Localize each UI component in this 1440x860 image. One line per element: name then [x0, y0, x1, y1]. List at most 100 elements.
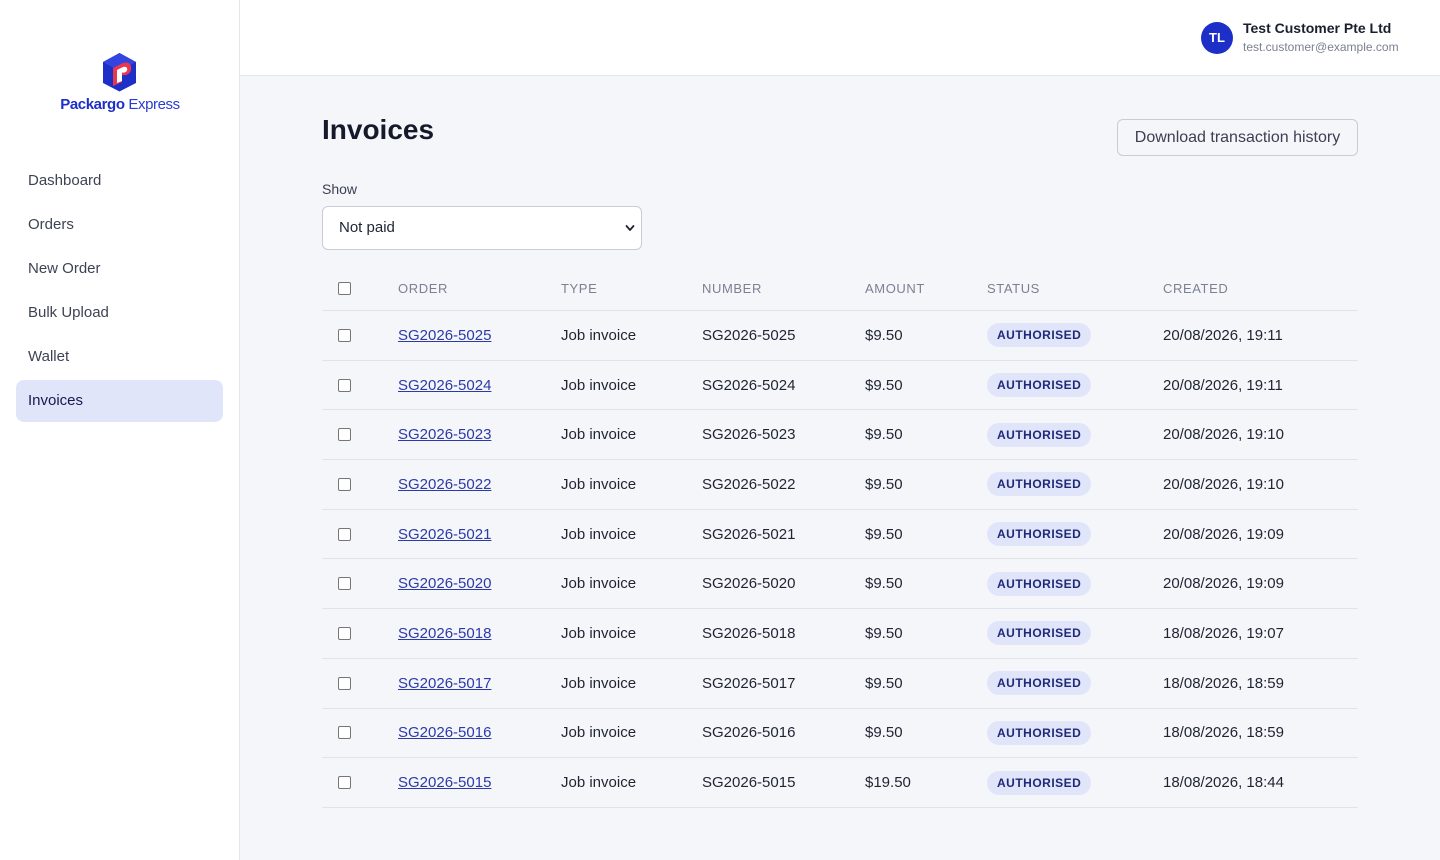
status-cell: AUTHORISED: [987, 460, 1092, 509]
status-badge: AUTHORISED: [987, 720, 1092, 745]
number-cell: SG2026-5017: [702, 674, 796, 692]
logo-wordmark: Packargo Express: [60, 96, 180, 113]
amount-cell: $9.50: [865, 475, 903, 493]
status-cell: AUTHORISED: [987, 659, 1092, 708]
column-header-amount[interactable]: Amount: [865, 266, 925, 310]
row-checkbox[interactable]: [338, 527, 351, 541]
download-transaction-history-button[interactable]: Download transaction history: [1117, 119, 1358, 156]
row-checkbox[interactable]: [338, 328, 351, 342]
status-cell: AUTHORISED: [987, 361, 1092, 410]
order-cell: SG2026-5022: [398, 460, 491, 509]
status-cell: AUTHORISED: [987, 311, 1092, 360]
table-row: SG2026-5018 Job invoice SG2026-5018 $9.50 AU…: [322, 609, 1358, 659]
order-link[interactable]: SG2026-5024: [398, 377, 491, 394]
row-checkbox[interactable]: [338, 378, 351, 392]
row-select-cell: [338, 609, 351, 658]
amount-cell: $9.50: [865, 426, 903, 444]
order-cell: SG2026-5021: [398, 510, 491, 559]
type-cell: Job invoice: [561, 326, 637, 344]
order-cell: SG2026-5023: [398, 410, 491, 459]
amount-cell: $9.50: [865, 624, 903, 642]
table-body: SG2026-5025 Job invoice SG2026-5025 $9.50 AU…: [322, 311, 1358, 808]
status-cell: AUTHORISED: [987, 559, 1092, 608]
created-cell: 18/08/2026, 19:07: [1163, 624, 1284, 642]
row-checkbox[interactable]: [338, 726, 351, 740]
status-badge: AUTHORISED: [987, 323, 1092, 348]
order-link[interactable]: SG2026-5015: [398, 774, 491, 791]
payment-status-select[interactable]: Not paid: [322, 206, 642, 250]
table-row: SG2026-5023 Job invoice SG2026-5023 $9.50 AU…: [322, 410, 1358, 461]
created-cell: 20/08/2026, 19:11: [1163, 376, 1283, 394]
sidebar-item-bulk-upload[interactable]: Bulk Upload: [16, 292, 223, 334]
row-checkbox[interactable]: [338, 428, 351, 442]
sidebar-nav: Dashboard Orders New Order Bulk Upload W…: [16, 160, 223, 424]
select-all-cell: [338, 266, 351, 310]
sidebar-item-invoices[interactable]: Invoices: [16, 380, 223, 422]
type-cell: Job invoice: [561, 575, 637, 593]
row-checkbox[interactable]: [338, 776, 351, 790]
sidebar-item-orders[interactable]: Orders: [16, 204, 223, 246]
number-cell: SG2026-5015: [702, 774, 796, 792]
status-cell: AUTHORISED: [987, 758, 1092, 807]
table-row: SG2026-5022 Job invoice SG2026-5022 $9.50 AU…: [322, 460, 1358, 510]
order-cell: SG2026-5025: [398, 311, 491, 360]
row-checkbox[interactable]: [338, 577, 351, 591]
order-link[interactable]: SG2026-5018: [398, 625, 491, 642]
number-cell: SG2026-5025: [702, 326, 796, 344]
created-cell: 20/08/2026, 19:11: [1163, 326, 1283, 344]
number-cell: SG2026-5024: [702, 376, 796, 394]
sidebar-item-new-order[interactable]: New Order: [16, 248, 223, 290]
type-cell: Job invoice: [561, 724, 637, 742]
page-title: Invoices: [322, 114, 435, 145]
order-cell: SG2026-5016: [398, 709, 491, 758]
table-header-row: Order Type Number Amount Status Created: [322, 266, 1358, 311]
status-cell: AUTHORISED: [987, 510, 1092, 559]
amount-cell: $9.50: [865, 525, 903, 543]
status-badge: AUTHORISED: [987, 373, 1092, 398]
order-link[interactable]: SG2026-5020: [398, 575, 491, 592]
status-badge: AUTHORISED: [987, 621, 1092, 646]
chevron-down-icon: [625, 225, 635, 231]
status-badge: AUTHORISED: [987, 472, 1092, 497]
select-all-checkbox[interactable]: [338, 281, 351, 295]
table-row: SG2026-5017 Job invoice SG2026-5017 $9.50 AU…: [322, 659, 1358, 709]
avatar[interactable]: TL: [1201, 22, 1233, 54]
order-cell: SG2026-5015: [398, 758, 491, 807]
type-cell: Job invoice: [561, 376, 637, 394]
order-link[interactable]: SG2026-5022: [398, 476, 491, 493]
order-link[interactable]: SG2026-5016: [398, 724, 491, 741]
row-select-cell: [338, 311, 351, 360]
column-header-order[interactable]: Order: [398, 266, 448, 310]
order-link[interactable]: SG2026-5023: [398, 426, 491, 443]
status-badge: AUTHORISED: [987, 522, 1092, 547]
column-header-type[interactable]: Type: [561, 266, 597, 310]
sidebar-item-dashboard[interactable]: Dashboard: [16, 160, 223, 202]
row-select-cell: [338, 361, 351, 410]
logo[interactable]: Packargo Express: [0, 50, 240, 120]
row-checkbox[interactable]: [338, 676, 351, 690]
row-checkbox[interactable]: [338, 626, 351, 640]
status-badge: AUTHORISED: [987, 571, 1092, 596]
number-cell: SG2026-5023: [702, 426, 796, 444]
amount-cell: $9.50: [865, 575, 903, 593]
filter-label: Show: [322, 181, 358, 197]
number-cell: SG2026-5022: [702, 475, 796, 493]
order-link[interactable]: SG2026-5017: [398, 675, 491, 692]
row-select-cell: [338, 510, 351, 559]
invoices-table: Order Type Number Amount Status Created …: [322, 266, 1358, 808]
number-cell: SG2026-5018: [702, 624, 796, 642]
column-header-created[interactable]: Created: [1163, 266, 1228, 310]
type-cell: Job invoice: [561, 525, 637, 543]
order-link[interactable]: SG2026-5025: [398, 327, 491, 344]
row-checkbox[interactable]: [338, 477, 351, 491]
amount-cell: $9.50: [865, 326, 903, 344]
order-link[interactable]: SG2026-5021: [398, 526, 491, 543]
status-badge: AUTHORISED: [987, 422, 1092, 447]
sidebar-item-wallet[interactable]: Wallet: [16, 336, 223, 378]
row-select-cell: [338, 758, 351, 807]
column-header-number[interactable]: Number: [702, 266, 762, 310]
column-header-status[interactable]: Status: [987, 266, 1040, 310]
user-name[interactable]: Test Customer Pte Ltd: [1243, 20, 1391, 36]
row-select-cell: [338, 659, 351, 708]
type-cell: Job invoice: [561, 475, 637, 493]
